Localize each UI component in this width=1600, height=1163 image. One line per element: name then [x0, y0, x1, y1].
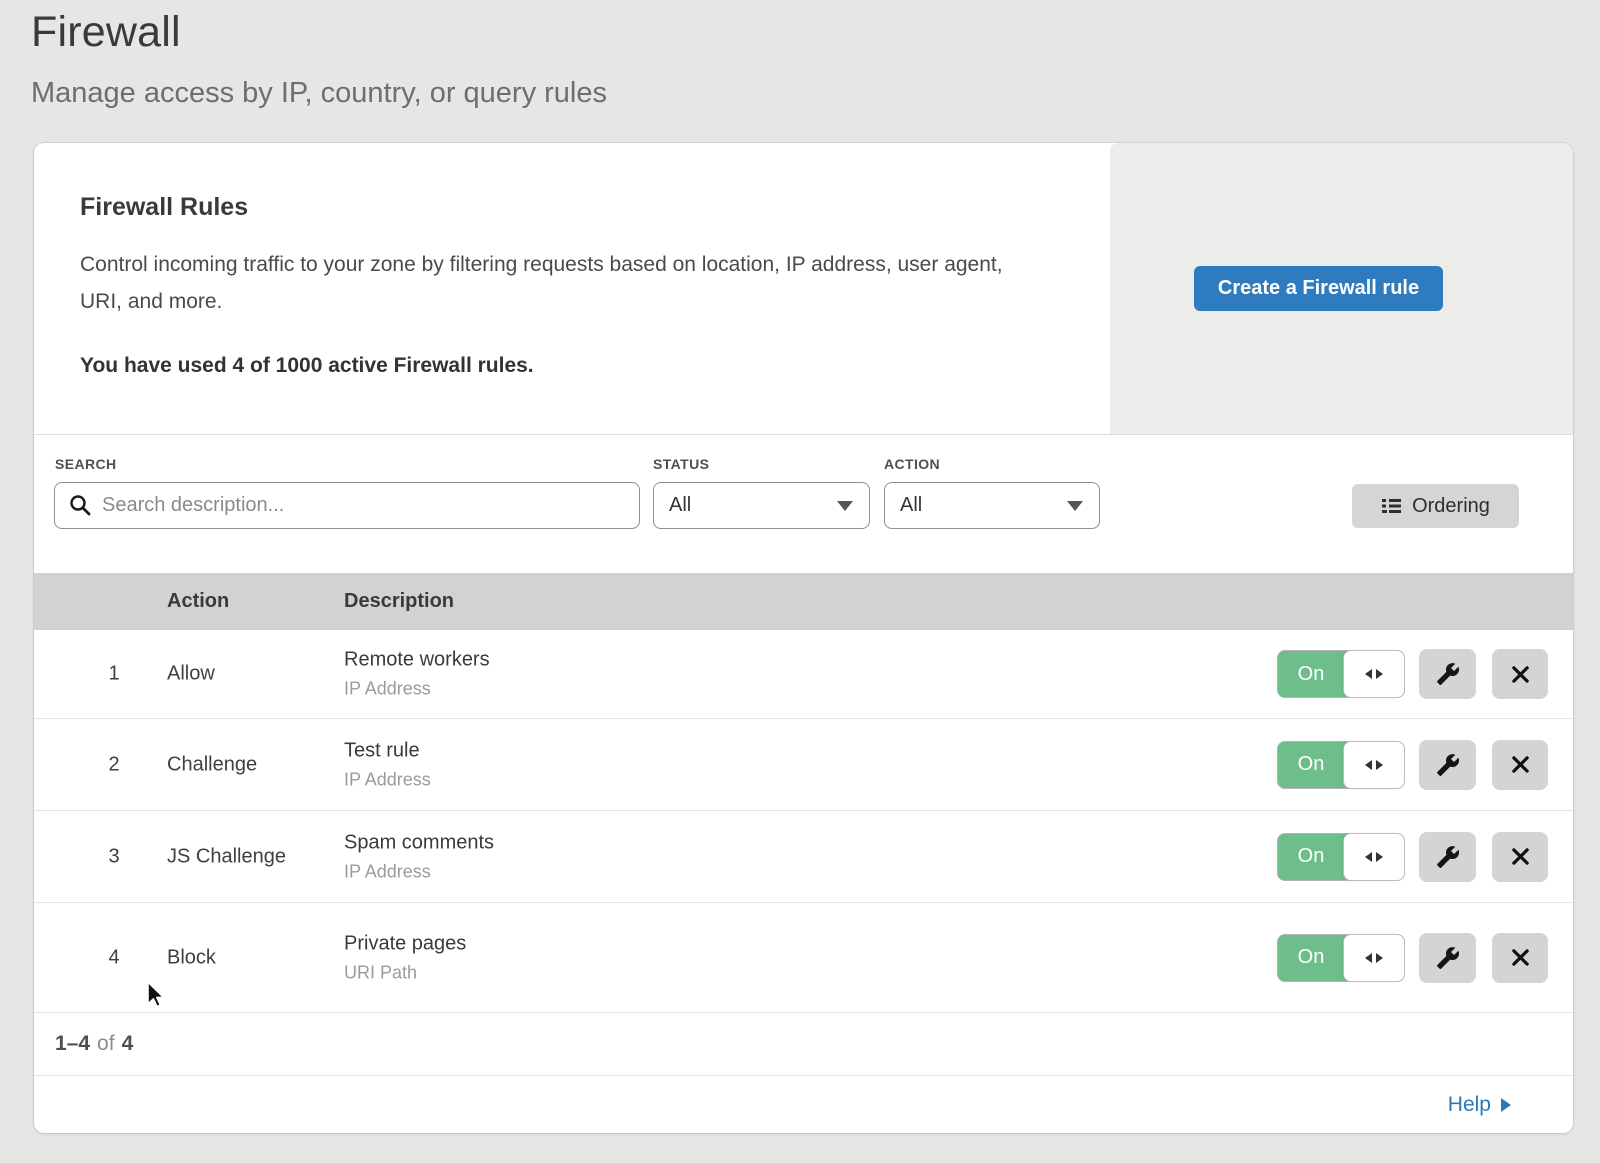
wrench-icon	[1436, 946, 1460, 970]
toggle-on-label: On	[1278, 834, 1344, 880]
card-footer: Help	[34, 1075, 1573, 1133]
ordering-button[interactable]: Ordering	[1352, 484, 1519, 528]
rule-action: Challenge	[167, 753, 257, 776]
edit-rule-button[interactable]	[1419, 832, 1476, 882]
left-right-arrows-icon	[1363, 758, 1385, 772]
ordering-button-label: Ordering	[1412, 495, 1490, 518]
close-icon	[1511, 755, 1530, 774]
delete-rule-button[interactable]	[1492, 832, 1548, 882]
page-header: Firewall Manage access by IP, country, o…	[31, 8, 607, 110]
delete-rule-button[interactable]	[1492, 740, 1548, 790]
firewall-rules-card: Firewall Rules Control incoming traffic …	[34, 143, 1573, 1133]
toggle-on-label: On	[1278, 742, 1344, 788]
wrench-icon	[1436, 662, 1460, 686]
arrow-right-icon	[1500, 1097, 1512, 1113]
table-header: Action Description	[34, 573, 1573, 630]
create-firewall-rule-button[interactable]: Create a Firewall rule	[1194, 266, 1443, 311]
wrench-icon	[1436, 845, 1460, 869]
left-right-arrows-icon	[1363, 951, 1385, 965]
close-icon	[1511, 847, 1530, 866]
edit-rule-button[interactable]	[1419, 933, 1476, 983]
toggle-handle[interactable]	[1343, 741, 1405, 789]
create-rule-panel: Create a Firewall rule	[1110, 143, 1573, 434]
help-link-label: Help	[1448, 1093, 1491, 1117]
action-select-value: All	[900, 494, 922, 517]
pagination-status: 1–4 of 4	[34, 1013, 1573, 1075]
ordered-list-icon	[1381, 496, 1402, 516]
rule-field: URI Path	[344, 962, 466, 983]
wrench-icon	[1436, 753, 1460, 777]
rule-description-cell: Private pages URI Path	[344, 932, 466, 983]
chevron-down-icon	[837, 501, 853, 511]
search-box	[54, 482, 640, 529]
action-label: ACTION	[884, 456, 940, 472]
rule-action: Block	[167, 946, 216, 969]
pagination-range: 1–4	[55, 1032, 90, 1056]
rule-description-cell: Remote workers IP Address	[344, 649, 490, 700]
table-row: 1 Allow Remote workers IP Address On	[34, 630, 1573, 719]
pagination-total: 4	[122, 1032, 134, 1056]
card-top-section: Firewall Rules Control incoming traffic …	[34, 143, 1573, 435]
close-icon	[1511, 948, 1530, 967]
rule-enabled-toggle[interactable]: On	[1277, 741, 1405, 789]
delete-rule-button[interactable]	[1492, 933, 1548, 983]
usage-summary: You have used 4 of 1000 active Firewall …	[80, 354, 1070, 378]
table-row: 2 Challenge Test rule IP Address On	[34, 719, 1573, 811]
page-title: Firewall	[31, 8, 607, 57]
rule-priority: 4	[94, 946, 134, 969]
close-icon	[1511, 665, 1530, 684]
edit-rule-button[interactable]	[1419, 649, 1476, 699]
rule-description: Private pages	[344, 932, 466, 955]
action-select[interactable]: All	[884, 482, 1100, 529]
rule-description: Spam comments	[344, 831, 494, 854]
search-label: SEARCH	[55, 456, 117, 472]
chevron-down-icon	[1067, 501, 1083, 511]
rule-description-cell: Test rule IP Address	[344, 739, 431, 790]
edit-rule-button[interactable]	[1419, 740, 1476, 790]
table-row: 4 Block Private pages URI Path On	[34, 903, 1573, 1013]
rule-field: IP Address	[344, 769, 431, 790]
toggle-handle[interactable]	[1343, 833, 1405, 881]
rule-field: IP Address	[344, 679, 490, 700]
status-select[interactable]: All	[653, 482, 870, 529]
delete-rule-button[interactable]	[1492, 649, 1548, 699]
page-subtitle: Manage access by IP, country, or query r…	[31, 77, 607, 110]
rule-description: Remote workers	[344, 649, 490, 672]
section-title: Firewall Rules	[80, 193, 1070, 222]
intro-block: Firewall Rules Control incoming traffic …	[80, 193, 1070, 378]
rule-action: JS Challenge	[167, 845, 286, 868]
pagination-of: of	[97, 1032, 115, 1056]
rule-enabled-toggle[interactable]: On	[1277, 934, 1405, 982]
rule-enabled-toggle[interactable]: On	[1277, 650, 1405, 698]
rule-description: Test rule	[344, 739, 431, 762]
column-header-action: Action	[167, 590, 229, 613]
search-input[interactable]	[54, 482, 640, 529]
rules-table-body: 1 Allow Remote workers IP Address On	[34, 630, 1573, 1013]
status-select-value: All	[669, 494, 691, 517]
column-header-description: Description	[344, 590, 454, 613]
toggle-handle[interactable]	[1343, 650, 1405, 698]
help-link[interactable]: Help	[1448, 1093, 1512, 1117]
rule-priority: 2	[94, 753, 134, 776]
rule-description-cell: Spam comments IP Address	[344, 831, 494, 882]
rule-enabled-toggle[interactable]: On	[1277, 833, 1405, 881]
rule-field: IP Address	[344, 861, 494, 882]
table-row: 3 JS Challenge Spam comments IP Address …	[34, 811, 1573, 903]
rule-priority: 1	[94, 663, 134, 686]
status-label: STATUS	[653, 456, 709, 472]
left-right-arrows-icon	[1363, 667, 1385, 681]
toggle-on-label: On	[1278, 935, 1344, 981]
rule-action: Allow	[167, 663, 215, 686]
toggle-handle[interactable]	[1343, 934, 1405, 982]
section-description: Control incoming traffic to your zone by…	[80, 246, 1025, 320]
toggle-on-label: On	[1278, 651, 1344, 697]
rule-priority: 3	[94, 845, 134, 868]
left-right-arrows-icon	[1363, 850, 1385, 864]
